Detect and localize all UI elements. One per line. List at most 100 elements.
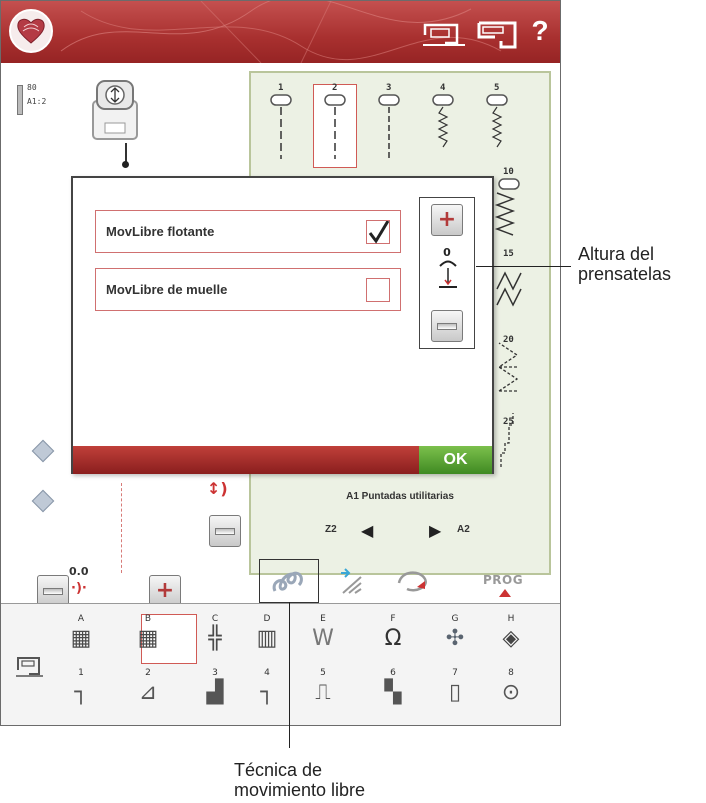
presser-foot-2[interactable]: 2 ⊿ bbox=[127, 668, 169, 722]
presser-foot-icon: ▚ bbox=[384, 680, 402, 705]
stitch-10[interactable] bbox=[494, 178, 520, 236]
category-c[interactable]: C ╬ bbox=[194, 614, 236, 668]
prev-menu-arrow-icon[interactable]: ◀ bbox=[361, 521, 373, 540]
stitch-repeat-icon[interactable] bbox=[395, 567, 435, 601]
option-label: MovLibre de muelle bbox=[106, 282, 228, 297]
presser-foot-6[interactable]: 6 ▚ bbox=[372, 668, 414, 722]
presser-height-value: 0 bbox=[443, 246, 451, 259]
category-letter: H bbox=[507, 614, 515, 624]
machine-screen: ? 80 A1:2 ↕) 1 2 3 4 5 10 15 20 25 A1 Pu… bbox=[0, 0, 561, 726]
stitch-1[interactable] bbox=[270, 94, 292, 159]
presser-foot-icon: ┐ bbox=[260, 680, 274, 705]
stitch-5[interactable] bbox=[486, 94, 508, 148]
stitch-category-icon: W bbox=[312, 626, 334, 651]
presser-foot-icon: ┐ bbox=[74, 680, 88, 705]
floating-free-motion-option[interactable]: MovLibre flotante bbox=[95, 210, 401, 253]
category-letter: E bbox=[320, 614, 326, 624]
free-motion-callout-line bbox=[289, 602, 290, 748]
machine-info-icon[interactable] bbox=[15, 652, 45, 682]
stitch-number: 4 bbox=[440, 83, 446, 93]
presser-foot-3[interactable]: 3 ▟ bbox=[194, 668, 236, 722]
needle-icon bbox=[17, 85, 23, 115]
presser-height-callout-line bbox=[476, 266, 571, 267]
presser-foot-number: 3 bbox=[212, 668, 218, 678]
presser-foot-icon: ▯ bbox=[448, 680, 462, 705]
presser-foot-number: 4 bbox=[264, 668, 270, 678]
stitch-category-icon: ◈ bbox=[502, 626, 520, 651]
presser-foot-number: 8 bbox=[508, 668, 514, 678]
spring-checkbox[interactable] bbox=[366, 278, 390, 302]
prog-button[interactable]: PROG bbox=[483, 573, 535, 599]
thread-cutter-icon[interactable] bbox=[335, 565, 367, 601]
mirror-side-icon[interactable] bbox=[31, 439, 55, 463]
top-bar: ? bbox=[1, 1, 560, 63]
presser-height-plus-button[interactable]: + bbox=[431, 204, 463, 236]
stitch-2[interactable] bbox=[324, 94, 346, 159]
category-d[interactable]: D ▥ bbox=[246, 614, 288, 668]
callout-line-1: Altura del bbox=[578, 244, 655, 264]
balance-indicator-line bbox=[121, 483, 122, 573]
next-menu-label: A2 bbox=[457, 524, 470, 535]
help-button[interactable]: ? bbox=[525, 13, 555, 49]
category-strip: A ▦ 1 ┐ B ▦ 2 ⊿ C ╬ 3 ▟ D ▥ 4 ┐ E W 5 ⎍ F Ω 6 ▚ G ✣ 7 ▯ H ◈ 8 ⊙ bbox=[1, 603, 560, 725]
category-letter: B bbox=[144, 614, 152, 624]
menu-nav: Z2 ◀ ▶ A2 bbox=[251, 521, 549, 541]
stitch-number: 20 bbox=[503, 335, 514, 345]
stitch-number: 10 bbox=[503, 167, 514, 177]
presser-foot-icon: ⊿ bbox=[138, 680, 158, 705]
category-h[interactable]: H ◈ bbox=[490, 614, 532, 668]
floating-checkbox[interactable] bbox=[366, 220, 390, 244]
presser-foot-7[interactable]: 7 ▯ bbox=[434, 668, 476, 722]
category-letter: C bbox=[211, 614, 219, 624]
sewing-machine-icon[interactable] bbox=[421, 15, 467, 53]
mirror-end-icon[interactable] bbox=[31, 489, 55, 513]
category-g[interactable]: G ✣ bbox=[434, 614, 476, 668]
category-b[interactable]: B ▦ bbox=[127, 614, 169, 668]
stitch-3[interactable] bbox=[378, 94, 400, 159]
presser-foot-4[interactable]: 4 ┐ bbox=[246, 668, 288, 722]
category-e[interactable]: EW bbox=[302, 614, 344, 668]
stitch-20[interactable] bbox=[497, 342, 519, 392]
presser-foot-number: 2 bbox=[145, 668, 151, 678]
prog-arrow-icon bbox=[499, 589, 511, 597]
thread-dot bbox=[122, 161, 129, 168]
spring-free-motion-option[interactable]: MovLibre de muelle bbox=[95, 268, 401, 311]
stitch-number: 1 bbox=[278, 83, 284, 93]
callout-line-2: prensatelas bbox=[578, 264, 672, 284]
sewing-machine-icon[interactable] bbox=[475, 15, 521, 55]
stitch-15[interactable] bbox=[496, 271, 522, 307]
next-menu-arrow-icon[interactable]: ▶ bbox=[429, 521, 441, 540]
ok-button[interactable]: OK bbox=[419, 446, 492, 474]
free-motion-icon[interactable] bbox=[269, 565, 309, 603]
stitch-length-icon: ·)· bbox=[71, 581, 87, 596]
category-f[interactable]: FΩ bbox=[372, 614, 414, 668]
free-motion-callout: Técnica de movimiento libre bbox=[234, 760, 365, 800]
stitch-width-minus-button[interactable] bbox=[209, 515, 241, 547]
option-label: MovLibre flotante bbox=[106, 224, 215, 239]
presser-foot-8[interactable]: 8 ⊙ bbox=[490, 668, 532, 722]
presser-foot-number: 7 bbox=[452, 668, 458, 678]
presser-foot-number: 6 bbox=[390, 668, 396, 678]
stitch-number: 15 bbox=[503, 249, 514, 259]
stitch-number: 25 bbox=[503, 417, 514, 427]
presser-foot-5[interactable]: 5 ⎍ bbox=[302, 668, 344, 722]
presser-foot-code-text: A1:2 bbox=[27, 97, 47, 106]
category-letter: D bbox=[263, 614, 271, 624]
stitch-4[interactable] bbox=[432, 94, 454, 148]
stitch-menu-label: A1 Puntadas utilitarias bbox=[346, 491, 454, 502]
heart-logo-icon[interactable] bbox=[9, 9, 53, 53]
stitch-category-icon: ╬ bbox=[208, 626, 222, 651]
stitch-category-icon: ▦ bbox=[70, 626, 92, 651]
presser-height-minus-button[interactable] bbox=[431, 310, 463, 342]
stitch-number: 2 bbox=[332, 83, 338, 93]
presser-foot-icon: ▟ bbox=[206, 680, 224, 705]
prev-menu-label: Z2 bbox=[325, 524, 337, 535]
presser-foot-number: 1 bbox=[78, 668, 84, 678]
presser-foot-icon: ⊙ bbox=[501, 680, 521, 705]
presser-foot-height-icon bbox=[436, 260, 460, 294]
presser-foot-icon[interactable] bbox=[87, 79, 143, 143]
presser-foot-1[interactable]: 1 ┐ bbox=[60, 668, 102, 722]
stitch-category-icon: ▥ bbox=[256, 626, 278, 651]
free-motion-dialog: MovLibre flotante MovLibre de muelle + 0 bbox=[71, 176, 494, 474]
category-a[interactable]: A ▦ bbox=[60, 614, 102, 668]
